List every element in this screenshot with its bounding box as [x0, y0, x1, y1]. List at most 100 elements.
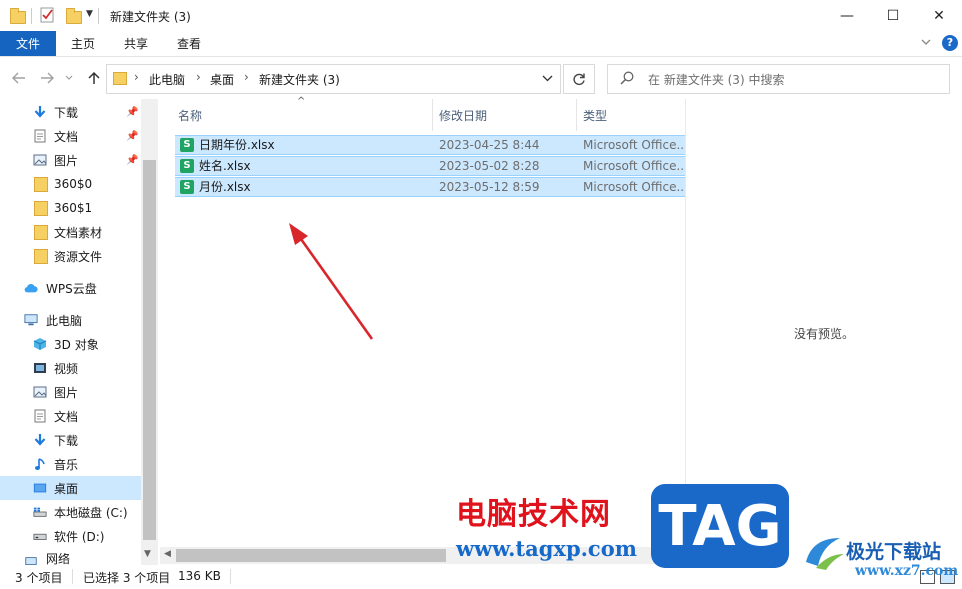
- scroll-left-arrow-icon[interactable]: ◀: [164, 549, 171, 559]
- sidebar-item-drive-c[interactable]: 本地磁盘 (C:): [0, 500, 141, 524]
- tab-view[interactable]: 查看: [166, 31, 212, 56]
- refresh-button[interactable]: [563, 64, 595, 94]
- document-icon: [33, 129, 47, 143]
- breadcrumb-current-folder[interactable]: 新建文件夹 (3): [259, 71, 340, 88]
- file-date: 2023-04-25 8:44: [439, 138, 540, 152]
- search-box[interactable]: 在 新建文件夹 (3) 中搜索: [607, 64, 950, 94]
- pin-icon[interactable]: 📌: [126, 107, 138, 118]
- column-divider[interactable]: [432, 99, 433, 131]
- sidebar-item-pictures-pc[interactable]: 图片: [0, 380, 141, 404]
- file-date: 2023-05-02 8:28: [439, 159, 540, 173]
- sidebar-item-documents-pc[interactable]: 文档: [0, 404, 141, 428]
- window-title: 新建文件夹 (3): [110, 10, 191, 24]
- breadcrumb-separator[interactable]: ›: [134, 70, 139, 84]
- drive-c-icon: [33, 505, 47, 519]
- sidebar-item-folder-360-1[interactable]: 360$1: [0, 196, 141, 220]
- column-header-date[interactable]: 修改日期: [439, 99, 577, 131]
- cloud-icon: [24, 281, 38, 295]
- watermark-site2-name: 极光下载站: [846, 541, 942, 563]
- sidebar-item-drive-d[interactable]: 软件 (D:): [0, 524, 141, 548]
- download-icon: [33, 433, 47, 447]
- network-icon: [24, 555, 38, 565]
- spreadsheet-file-icon: S: [180, 159, 194, 173]
- sidebar-item-network[interactable]: 网络: [0, 553, 141, 565]
- breadcrumb-desktop[interactable]: 桌面: [210, 71, 234, 88]
- sidebar-item-label: 视频: [54, 361, 79, 376]
- minimize-button[interactable]: —: [824, 0, 870, 31]
- sidebar-item-label: WPS云盘: [46, 281, 97, 296]
- close-button[interactable]: ✕: [916, 0, 962, 31]
- sidebar-item-label: 下载: [54, 105, 79, 120]
- sidebar-item-desktop[interactable]: 桌面: [0, 476, 141, 500]
- breadcrumb-separator[interactable]: ›: [244, 70, 249, 84]
- chevron-down-icon[interactable]: [920, 36, 932, 51]
- sidebar-item-pictures[interactable]: 图片 📌: [0, 148, 141, 172]
- status-item-count: 3 个项目: [15, 571, 63, 585]
- sidebar-item-doc-materials[interactable]: 文档素材: [0, 220, 141, 244]
- maximize-button[interactable]: ☐: [870, 0, 916, 31]
- navigation-pane: 下载 📌 文档 📌 图片 📌 360$0 360$1 文档素材 资源文件 WPS…: [0, 99, 158, 565]
- column-header-name[interactable]: 名称: [178, 99, 433, 131]
- sidebar-item-label: 图片: [54, 385, 79, 400]
- column-divider[interactable]: [576, 99, 577, 131]
- column-header-type[interactable]: 类型: [583, 99, 683, 131]
- column-headers: ^ 名称 修改日期 类型: [170, 96, 686, 131]
- sidebar-item-label: 音乐: [54, 457, 79, 472]
- drive-icon: [33, 529, 47, 543]
- sidebar-item-label: 文档素材: [54, 225, 103, 240]
- pin-icon[interactable]: 📌: [126, 131, 138, 142]
- sidebar-scrollbar-thumb[interactable]: [143, 160, 156, 540]
- video-icon: [33, 361, 47, 375]
- search-icon: [620, 71, 634, 88]
- spreadsheet-file-icon: S: [180, 180, 194, 194]
- watermark-site-name: 电脑技术网: [456, 497, 611, 532]
- forward-arrow-icon[interactable]: [36, 67, 58, 89]
- horizontal-scrollbar-thumb[interactable]: [176, 549, 446, 562]
- breadcrumb-separator[interactable]: ›: [196, 70, 201, 84]
- back-arrow-icon[interactable]: [8, 67, 30, 89]
- folder-icon: [113, 72, 127, 85]
- file-type: Microsoft Office...: [583, 159, 685, 173]
- sidebar-item-3d-objects[interactable]: 3D 对象: [0, 332, 141, 356]
- sidebar-item-label: 此电脑: [46, 313, 83, 328]
- sidebar-item-documents[interactable]: 文档 📌: [0, 124, 141, 148]
- up-arrow-icon[interactable]: [83, 67, 105, 89]
- tab-home[interactable]: 主页: [60, 31, 106, 56]
- file-name: 月份.xlsx: [199, 180, 251, 194]
- status-selected-count: 已选择 3 个项目: [83, 571, 171, 585]
- sidebar-item-downloads[interactable]: 下载 📌: [0, 100, 141, 124]
- help-icon[interactable]: ?: [942, 35, 958, 51]
- sidebar-item-label: 360$0: [54, 177, 93, 191]
- picture-icon: [33, 385, 47, 399]
- address-bar[interactable]: › 此电脑 › 桌面 › 新建文件夹 (3): [106, 64, 561, 94]
- divider: [72, 569, 73, 584]
- sidebar-item-wps-cloud[interactable]: WPS云盘: [0, 276, 141, 300]
- tab-share[interactable]: 共享: [113, 31, 159, 56]
- new-folder-icon[interactable]: [66, 8, 82, 24]
- sidebar-item-label: 图片: [54, 153, 79, 168]
- file-row[interactable]: S 月份.xlsx 2023-05-12 8:59 Microsoft Offi…: [175, 177, 685, 197]
- music-icon: [33, 457, 47, 471]
- recent-locations-icon[interactable]: [62, 67, 76, 89]
- file-row[interactable]: S 姓名.xlsx 2023-05-02 8:28 Microsoft Offi…: [175, 156, 685, 176]
- file-type: Microsoft Office...: [583, 180, 685, 194]
- pin-icon[interactable]: 📌: [126, 155, 138, 166]
- picture-icon: [33, 153, 47, 167]
- customize-toolbar-icon[interactable]: ▼: [86, 9, 93, 19]
- status-size: 136 KB: [178, 569, 221, 583]
- watermark-site-url: www.tagxp.com: [456, 536, 637, 561]
- sidebar-item-resources[interactable]: 资源文件: [0, 244, 141, 268]
- scroll-down-arrow-icon[interactable]: ▼: [144, 549, 151, 559]
- sidebar-item-music[interactable]: 音乐: [0, 452, 141, 476]
- sidebar-item-this-pc[interactable]: 此电脑: [0, 308, 141, 332]
- search-input[interactable]: 在 新建文件夹 (3) 中搜索: [648, 71, 784, 88]
- file-name: 日期年份.xlsx: [199, 138, 275, 152]
- properties-icon[interactable]: [40, 7, 55, 23]
- tab-file[interactable]: 文件: [0, 31, 56, 56]
- address-dropdown-icon[interactable]: [542, 73, 553, 87]
- sidebar-item-downloads-pc[interactable]: 下载: [0, 428, 141, 452]
- file-row[interactable]: S 日期年份.xlsx 2023-04-25 8:44 Microsoft Of…: [175, 135, 685, 155]
- sidebar-item-videos[interactable]: 视频: [0, 356, 141, 380]
- sidebar-item-folder-360-0[interactable]: 360$0: [0, 172, 141, 196]
- breadcrumb-this-pc[interactable]: 此电脑: [149, 71, 185, 88]
